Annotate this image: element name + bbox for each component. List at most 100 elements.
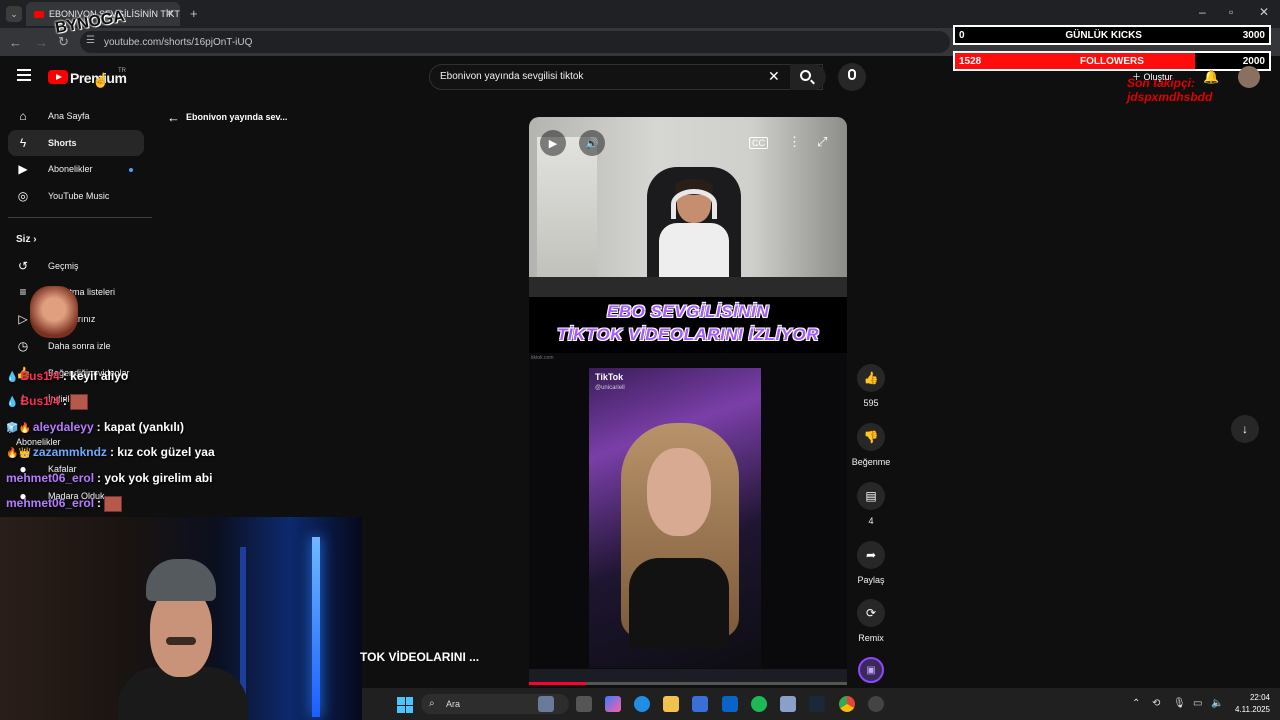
captions-button[interactable]: CC <box>749 137 768 149</box>
playlist-icon: ≡ <box>19 285 27 299</box>
sidebar-item-label: YouTube Music <box>48 191 110 201</box>
chat-text: : <box>97 496 102 511</box>
url-text: youtube.com/shorts/16pjOnT-iUQ <box>104 37 253 48</box>
like-button[interactable]: 👍 <box>857 364 885 392</box>
sidebar-item-label: Ana Sayfa <box>48 111 90 121</box>
led-strip <box>312 537 320 717</box>
country-code: TR <box>118 68 126 74</box>
app-icon[interactable] <box>780 696 796 712</box>
file-explorer-icon[interactable] <box>663 696 679 712</box>
forward-arrow-icon[interactable]: → <box>35 35 48 50</box>
sidebar-item-label: Geçmiş <box>48 261 79 271</box>
tray-sync-icon[interactable]: ⟲ <box>1152 698 1160 709</box>
shorts-icon: ϟ <box>19 136 27 150</box>
music-icon: ◎ <box>17 189 29 203</box>
headphones <box>671 189 717 219</box>
chat-message: 🧊🔥 aleydaleyy: kapat (yankılı) <box>6 420 184 434</box>
you-heading-label: Siz <box>16 234 31 245</box>
share-button[interactable]: ➦ <box>857 541 885 569</box>
share-label: Paylaş <box>857 575 885 585</box>
webcam-person-mustache <box>166 637 196 645</box>
video-title-overlay: TOK VİDEOLARINI ... <box>360 650 480 664</box>
kicks-goal: 3000 <box>1242 29 1265 41</box>
spotify-icon[interactable] <box>751 696 767 712</box>
followers-goal: 2000 <box>1242 55 1265 67</box>
new-content-dot <box>129 168 133 172</box>
followers-current: 1528 <box>959 55 982 67</box>
create-label: Oluştur <box>1143 72 1173 82</box>
comment-count: 4 <box>868 516 874 526</box>
site-info-icon[interactable]: ☰ <box>86 35 95 46</box>
sidebar-item-subscriptions[interactable]: ▶ Abonelikler <box>8 156 144 182</box>
chat-badges: 🔥👑 <box>6 448 31 459</box>
chat-text: : kız cok güzel yaa <box>109 445 215 459</box>
windows-start-icon[interactable] <box>397 697 413 713</box>
edge-icon[interactable] <box>634 696 650 712</box>
sidebar-item-watch-later[interactable]: ◷ Daha sonra izle <box>8 333 144 359</box>
sidebar-item-shorts[interactable]: ϟ Shorts <box>8 130 144 156</box>
tray-overflow-icon[interactable]: ⌃ <box>1132 698 1140 709</box>
new-tab-button[interactable]: + <box>190 6 198 21</box>
sidebar-item-home[interactable]: ⌂ Ana Sayfa <box>8 103 144 129</box>
chat-username: mehmet06_erol <box>6 496 95 511</box>
play-button[interactable]: ▶ <box>540 130 566 156</box>
back-arrow-icon[interactable]: ← <box>167 110 180 125</box>
chat-username: Bus1/4 <box>20 394 60 409</box>
create-button[interactable]: ＋ Oluştur <box>1132 70 1173 83</box>
short-title: Ebonivon yayında sev... <box>186 112 288 122</box>
minimize-button[interactable]: – <box>1199 5 1206 19</box>
sidebar-item-history[interactable]: ↺ Geçmiş <box>8 253 144 279</box>
tab-close-icon[interactable]: ✕ <box>165 7 174 20</box>
tray-mic-icon[interactable]: 🎙 <box>1173 698 1186 709</box>
tab-list-button[interactable]: ⌄ <box>6 6 22 22</box>
video-progress-bar[interactable] <box>529 682 847 685</box>
sidebar-item-youtube-music[interactable]: ◎ YouTube Music <box>8 183 144 209</box>
outlook-icon[interactable] <box>722 696 738 712</box>
remix-button[interactable]: ⟳ <box>857 599 885 627</box>
menu-icon[interactable] <box>17 69 31 81</box>
you-section-heading[interactable]: Siz › <box>16 234 37 245</box>
shorts-player[interactable]: EBO SEVGİLİSİNİN TİKTOK VİDEOLARINI İZLİ… <box>529 117 847 685</box>
chat-text: : keyif aliyo <box>62 369 129 383</box>
webcam-person-cap <box>146 559 216 601</box>
kicks-current: 0 <box>959 29 965 41</box>
tray-display-icon[interactable]: ▭ <box>1193 698 1202 709</box>
chat-text: : kapat (yankılı) <box>96 420 184 434</box>
store-icon[interactable] <box>692 696 708 712</box>
notifications-bell-icon[interactable]: 🔔 <box>1203 69 1219 85</box>
copilot-icon[interactable] <box>605 696 621 712</box>
next-short-button[interactable]: ↓ <box>1231 415 1259 443</box>
back-arrow-icon[interactable]: ← <box>9 35 22 50</box>
kicks-label: GÜNLÜK KICKS <box>1065 29 1142 41</box>
sidebar-item-label: Daha sonra izle <box>48 341 111 351</box>
caption-line-1: EBO SEVGİLİSİNİN <box>607 302 769 321</box>
dislike-button[interactable]: 👎 <box>857 423 885 451</box>
taskbar-time[interactable]: 22:04 <box>1222 693 1270 702</box>
comments-button[interactable]: ▤ <box>857 482 885 510</box>
history-icon: ↺ <box>17 259 29 273</box>
chat-message: 🔥👑 zazammkndz: kız cok güzel yaa <box>6 445 215 459</box>
fullscreen-icon[interactable]: ⤢ <box>817 134 827 150</box>
chat-username: aleydaleyy <box>32 420 94 434</box>
restore-button[interactable]: ▫ <box>1229 5 1233 19</box>
chat-badges: 🧊🔥 <box>6 423 31 434</box>
youtube-logo-icon[interactable] <box>48 70 68 84</box>
chrome-icon[interactable] <box>839 696 855 712</box>
avatar[interactable] <box>1238 66 1260 88</box>
more-options-icon[interactable]: ⋮ <box>788 134 801 150</box>
close-window-button[interactable]: ✕ <box>1259 5 1269 19</box>
twitch-icon: ▣ <box>858 657 884 683</box>
chat-message: 💧 Bus1/4: keyif aliyo <box>6 369 128 383</box>
clear-search-icon[interactable]: ✕ <box>768 68 780 85</box>
steam-icon[interactable] <box>809 696 825 712</box>
scene-person-face <box>647 448 711 536</box>
obs-icon[interactable] <box>868 696 884 712</box>
scene-person-shirt <box>629 558 729 648</box>
taskbar-date[interactable]: 4.11.2025 <box>1222 705 1270 714</box>
followers-label: FOLLOWERS <box>1080 55 1144 67</box>
task-view-icon[interactable] <box>576 696 592 712</box>
scene-desk <box>529 277 847 297</box>
chat-emote <box>70 394 89 410</box>
streamer-webcam <box>0 517 362 720</box>
volume-button[interactable]: 🔊 <box>579 130 605 156</box>
